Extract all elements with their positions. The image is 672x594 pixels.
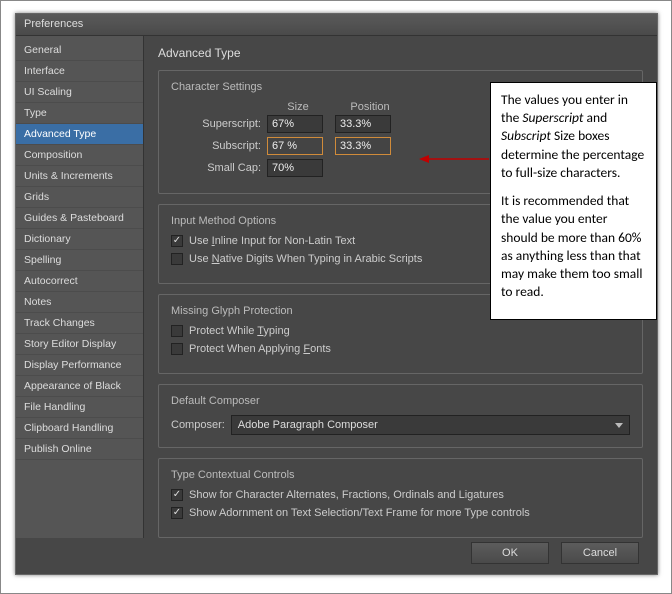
annotation-callout: The values you enter in the Superscript … xyxy=(490,82,657,320)
composer-select[interactable]: Adobe Paragraph Composer xyxy=(231,415,630,435)
callout-p1: The values you enter in the Superscript … xyxy=(501,91,646,182)
category-sidebar: GeneralInterfaceUI ScalingTypeAdvanced T… xyxy=(16,36,144,538)
group-contextual-controls: Type Contextual Controls Show for Charac… xyxy=(158,458,643,538)
annotation-arrow-icon xyxy=(419,153,491,165)
sidebar-item-file-handling[interactable]: File Handling xyxy=(16,397,143,418)
button-bar: OK Cancel xyxy=(471,542,639,564)
sidebar-item-type[interactable]: Type xyxy=(16,103,143,124)
group-default-composer: Default Composer Composer: Adobe Paragra… xyxy=(158,384,643,448)
superscript-size-input[interactable] xyxy=(267,115,323,133)
opt-protect-typing[interactable]: Protect While Typing xyxy=(171,325,630,337)
sidebar-item-general[interactable]: General xyxy=(16,40,143,61)
opt-show-alternates[interactable]: Show for Character Alternates, Fractions… xyxy=(171,489,630,501)
cancel-button[interactable]: Cancel xyxy=(561,542,639,564)
sidebar-item-composition[interactable]: Composition xyxy=(16,145,143,166)
group-title: Default Composer xyxy=(171,395,630,407)
checkbox-icon xyxy=(171,325,183,337)
subscript-position-input[interactable] xyxy=(335,137,391,155)
superscript-position-input[interactable] xyxy=(335,115,391,133)
panel-heading: Advanced Type xyxy=(158,46,643,60)
col-size: Size xyxy=(267,101,329,113)
sidebar-item-clipboard-handling[interactable]: Clipboard Handling xyxy=(16,418,143,439)
sidebar-item-units-increments[interactable]: Units & Increments xyxy=(16,166,143,187)
label-superscript: Superscript: xyxy=(171,118,267,130)
sidebar-item-notes[interactable]: Notes xyxy=(16,292,143,313)
composer-label: Composer: xyxy=(171,419,225,431)
sidebar-item-interface[interactable]: Interface xyxy=(16,61,143,82)
composer-row: Composer: Adobe Paragraph Composer xyxy=(171,415,630,435)
composer-value: Adobe Paragraph Composer xyxy=(238,419,378,431)
checkbox-icon xyxy=(171,253,183,265)
sidebar-item-spelling[interactable]: Spelling xyxy=(16,250,143,271)
checkbox-icon xyxy=(171,235,183,247)
sidebar-item-guides-pasteboard[interactable]: Guides & Pasteboard xyxy=(16,208,143,229)
opt-show-adornment[interactable]: Show Adornment on Text Selection/Text Fr… xyxy=(171,507,630,519)
sidebar-item-ui-scaling[interactable]: UI Scaling xyxy=(16,82,143,103)
group-title: Type Contextual Controls xyxy=(171,469,630,481)
titlebar: Preferences xyxy=(16,14,657,36)
sidebar-item-story-editor-display[interactable]: Story Editor Display xyxy=(16,334,143,355)
chevron-down-icon xyxy=(615,423,623,428)
subscript-size-input[interactable] xyxy=(267,137,323,155)
opt-protect-fonts[interactable]: Protect When Applying Fonts xyxy=(171,343,630,355)
col-position: Position xyxy=(339,101,401,113)
sidebar-item-grids[interactable]: Grids xyxy=(16,187,143,208)
sidebar-item-publish-online[interactable]: Publish Online xyxy=(16,439,143,460)
sidebar-item-appearance-of-black[interactable]: Appearance of Black xyxy=(16,376,143,397)
callout-p2: It is recommended that the value you ent… xyxy=(501,192,646,301)
sidebar-item-autocorrect[interactable]: Autocorrect xyxy=(16,271,143,292)
sidebar-item-advanced-type[interactable]: Advanced Type xyxy=(16,124,143,145)
ok-button[interactable]: OK xyxy=(471,542,549,564)
checkbox-icon xyxy=(171,343,183,355)
window-title: Preferences xyxy=(24,18,83,30)
label-subscript: Subscript: xyxy=(171,140,267,152)
checkbox-icon xyxy=(171,489,183,501)
label-smallcap: Small Cap: xyxy=(171,162,267,174)
sidebar-item-dictionary[interactable]: Dictionary xyxy=(16,229,143,250)
sidebar-item-track-changes[interactable]: Track Changes xyxy=(16,313,143,334)
sidebar-item-display-performance[interactable]: Display Performance xyxy=(16,355,143,376)
smallcap-size-input[interactable] xyxy=(267,159,323,177)
checkbox-icon xyxy=(171,507,183,519)
